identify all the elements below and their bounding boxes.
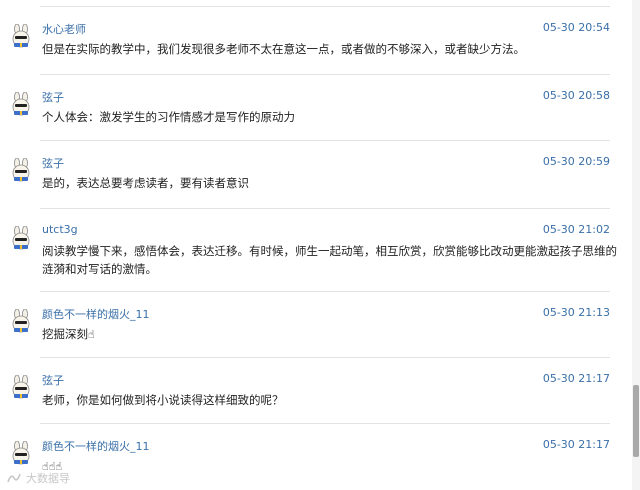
message-text: 个人体会：激发学生的习作情感才是写作的原动力 bbox=[42, 110, 295, 124]
watermark-text: 大数据导 bbox=[26, 472, 70, 485]
message-text: 是的，表达总要考虑读者，要有读者意识 bbox=[42, 176, 249, 190]
user-name[interactable]: 水心老师 bbox=[42, 21, 86, 37]
message-item: 弦子 05-30 20:58 个人体会：激发学生的习作情感才是写作的原动力 bbox=[0, 74, 628, 138]
avatar-icon[interactable] bbox=[8, 375, 34, 401]
message-item: utct3g 05-30 21:02 阅读教学慢下来，感悟体会，表达迁移。有时候… bbox=[0, 208, 628, 290]
user-name[interactable]: 颜色不一样的烟火_11 bbox=[42, 306, 150, 322]
divider bbox=[40, 208, 610, 209]
message-body: 挖掘深刻 bbox=[42, 327, 88, 341]
timestamp: 05-30 21:13 bbox=[542, 306, 610, 319]
timestamp: 05-30 20:54 bbox=[542, 21, 610, 34]
message-text: 老师，你是如何做到将小说读得这样细致的呢？ bbox=[42, 393, 284, 407]
message-item: 颜色不一样的烟火_11 05-30 21:13 挖掘深刻☝ bbox=[0, 291, 628, 355]
timestamp: 05-30 21:02 bbox=[542, 223, 610, 236]
message-item: 水心老师 05-30 20:54 但是在实际的教学中，我们发现很多老师不太在意这… bbox=[0, 6, 628, 70]
message-text: 但是在实际的教学中，我们发现很多老师不太在意这一点，或者做的不够深入，或者缺少方… bbox=[42, 42, 525, 56]
divider bbox=[40, 74, 610, 75]
user-name[interactable]: 弦子 bbox=[42, 89, 64, 105]
scrollbar[interactable] bbox=[632, 0, 640, 490]
avatar-icon[interactable] bbox=[8, 92, 34, 118]
chat-log: 水心老师 05-30 20:54 但是在实际的教学中，我们发现很多老师不太在意这… bbox=[0, 0, 628, 490]
avatar-icon[interactable] bbox=[8, 309, 34, 335]
user-name[interactable]: utct3g bbox=[42, 223, 78, 236]
message-text: 挖掘深刻☝ bbox=[42, 325, 617, 344]
user-name[interactable]: 弦子 bbox=[42, 155, 64, 171]
watermark-logo-icon bbox=[7, 473, 21, 483]
message-item: 颜色不一样的烟火_11 05-30 21:17 ☝☝☝ bbox=[0, 423, 628, 487]
divider bbox=[40, 357, 610, 358]
message-text: 阅读教学慢下来，感悟体会，表达迁移。有时候，师生一起动笔，相互欣赏，欣赏能够比改… bbox=[42, 244, 617, 276]
thumb-emoji-icon: ☝ bbox=[88, 328, 95, 341]
user-name[interactable]: 弦子 bbox=[42, 372, 64, 388]
message-item: 弦子 05-30 20:59 是的，表达总要考虑读者，要有读者意识 bbox=[0, 140, 628, 204]
watermark: 大数据导 bbox=[6, 470, 70, 486]
scrollbar-thumb[interactable] bbox=[633, 385, 639, 457]
avatar-icon[interactable] bbox=[8, 441, 34, 467]
timestamp: 05-30 20:58 bbox=[542, 89, 610, 102]
user-name[interactable]: 颜色不一样的烟火_11 bbox=[42, 438, 150, 454]
avatar-icon[interactable] bbox=[8, 226, 34, 252]
message-item: 弦子 05-30 21:17 老师，你是如何做到将小说读得这样细致的呢？ bbox=[0, 357, 628, 421]
message-text: ☝☝☝ bbox=[42, 457, 617, 476]
timestamp: 05-30 21:17 bbox=[542, 438, 610, 451]
timestamp: 05-30 21:17 bbox=[542, 372, 610, 385]
divider bbox=[40, 291, 610, 292]
timestamp: 05-30 20:59 bbox=[542, 155, 610, 168]
avatar-icon[interactable] bbox=[8, 158, 34, 184]
divider bbox=[40, 6, 610, 7]
divider bbox=[40, 423, 610, 424]
divider bbox=[40, 140, 610, 141]
avatar-icon[interactable] bbox=[8, 24, 34, 50]
